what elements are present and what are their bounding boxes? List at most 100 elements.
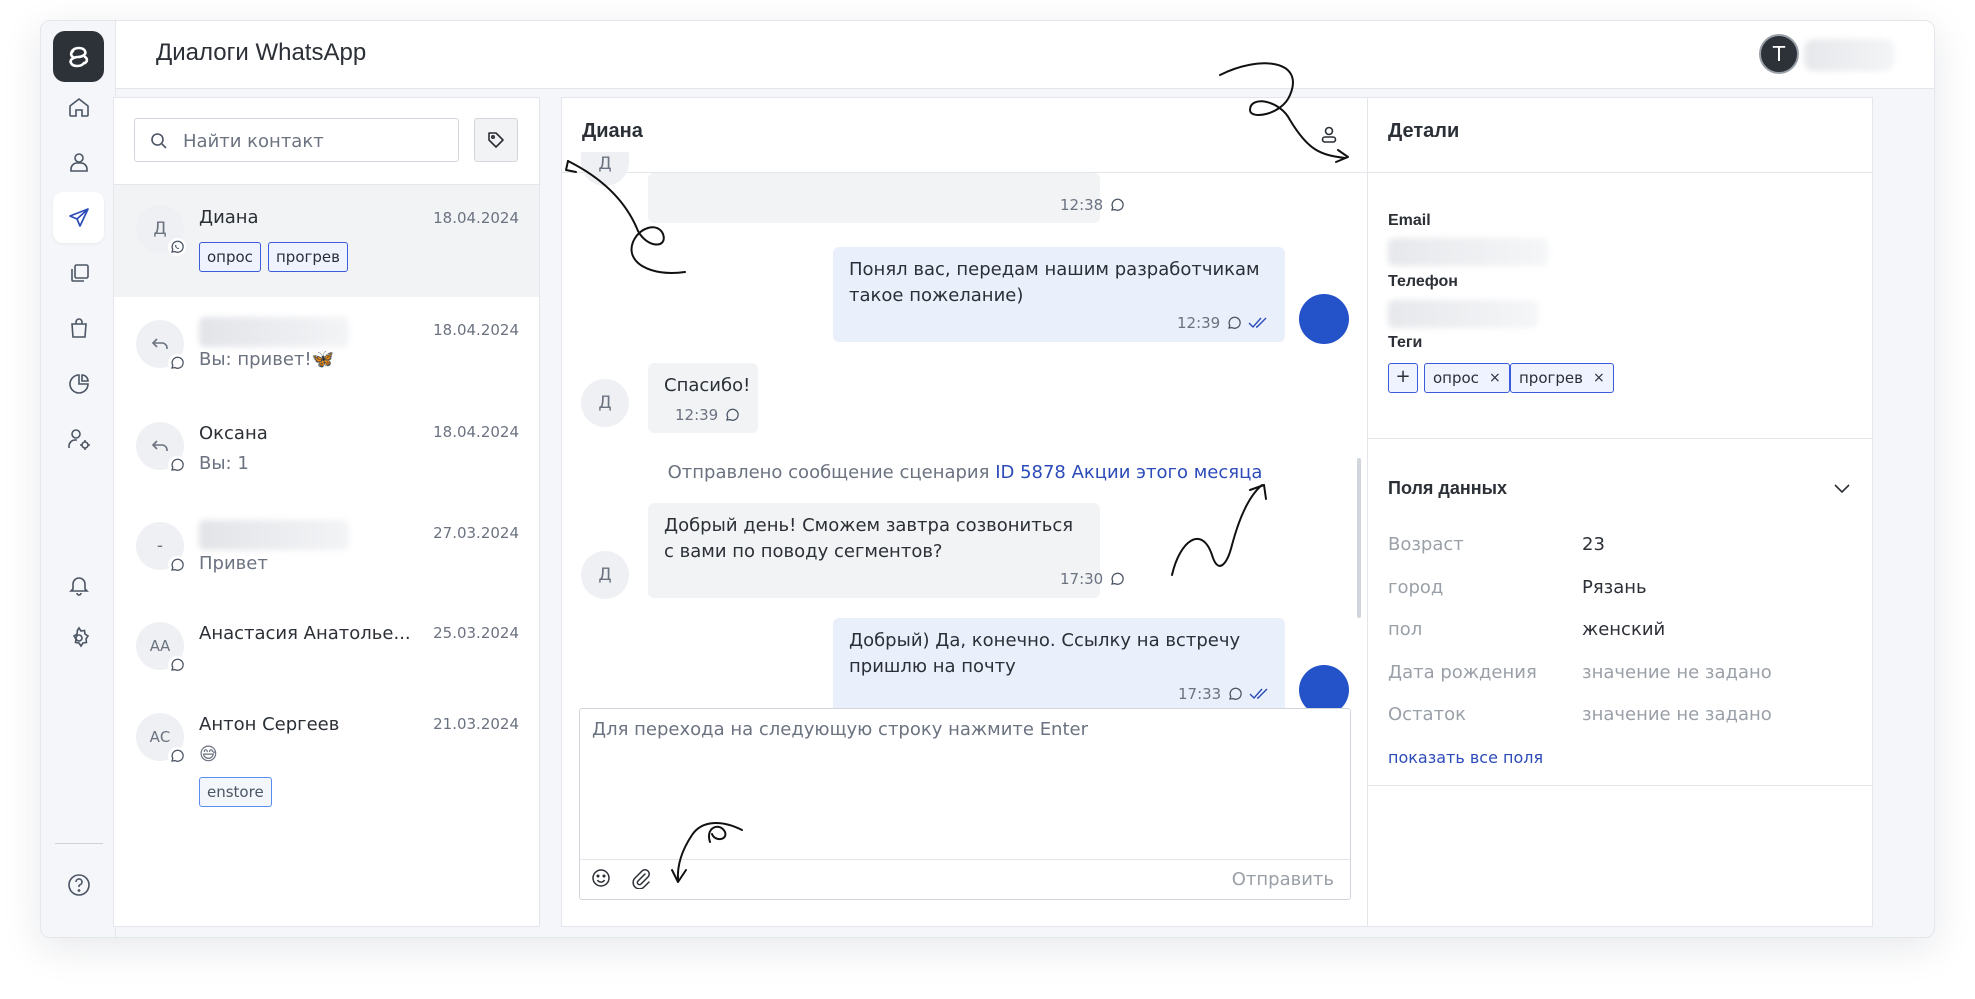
message-meta: 17:30 [1060,570,1125,588]
data-fields-title[interactable]: Поля данных [1388,478,1507,499]
incoming-message [648,173,1100,223]
contact-preview: 😅 [199,744,218,765]
bell-icon[interactable] [53,559,104,610]
field-value: значение не задано [1582,704,1772,725]
show-all-fields-link[interactable]: показать все поля [1388,748,1543,767]
contact-name-redacted [199,520,349,550]
pie-chart-icon[interactable] [53,358,104,409]
help-icon[interactable] [53,859,104,910]
field-key: город [1388,577,1444,598]
tag-filter-button[interactable] [474,118,518,162]
details-panel: Детали Email Телефон Теги + опрос × прогр… [1367,97,1873,927]
scenario-link[interactable]: ID 5878 Акции этого месяца [995,462,1262,483]
contact-search[interactable] [134,118,459,162]
contact-date: 18.04.2024 [433,321,519,339]
contact-tag[interactable]: опрос [199,242,261,272]
whatsapp-icon [726,408,740,421]
field-value: Рязань [1582,577,1647,598]
contacts-panel: Д Диана 18.04.2024 опрос прогрев 18.04.2… [113,97,540,927]
copy-icon[interactable] [53,247,104,298]
contact-tag[interactable]: enstore [199,777,272,807]
chat-scrollbar[interactable] [1357,458,1361,618]
person-icon[interactable] [1319,124,1339,150]
contact-name: Антон Сергеев [199,714,340,735]
send-icon[interactable] [53,192,104,243]
chevron-down-icon[interactable] [1832,478,1852,502]
logo-icon[interactable] [53,31,104,82]
message-composer: Отправить [579,708,1351,900]
contact-item[interactable]: 18.04.2024 Вы: привет!🦋 [114,297,539,397]
message-input[interactable] [592,719,1332,839]
remove-tag-icon[interactable]: × [1593,364,1605,392]
user-settings-icon[interactable] [53,413,104,464]
contact-item[interactable]: АС Антон Сергеев 21.03.2024 😅 enstore [114,687,539,807]
field-key: пол [1388,619,1423,640]
contact-preview: Вы: 1 [199,453,249,474]
message-avatar: Д [581,152,629,186]
detail-tag: прогрев × [1510,363,1614,393]
top-bar: Диалоги WhatsApp Т [116,21,1934,89]
send-button[interactable]: Отправить [1232,869,1334,890]
home-icon[interactable] [53,81,104,132]
contact-name: Анастасия Анатолье... [199,623,411,644]
whatsapp-icon [168,656,186,674]
whatsapp-icon [1229,687,1243,700]
attach-icon[interactable] [630,867,652,893]
whatsapp-icon [168,747,186,765]
contact-date: 27.03.2024 [433,524,519,542]
rail-divider [55,843,103,844]
email-label: Email [1388,212,1431,229]
whatsapp-icon [168,556,186,574]
emoji-icon[interactable] [590,867,612,893]
details-title: Детали [1388,120,1460,142]
message-meta: 12:39 [1177,314,1268,332]
contact-item[interactable]: АА Анастасия Анатолье... 25.03.2024 [114,597,539,687]
search-icon [151,133,167,149]
contact-name: Оксана [199,423,268,444]
incoming-message: Добрый день! Сможем завтра созвониться с… [648,503,1100,598]
contact-date: 18.04.2024 [433,423,519,441]
whatsapp-icon [1228,316,1242,329]
message-avatar: Д [581,379,629,427]
bag-icon[interactable] [53,302,104,353]
field-key: Остаток [1388,704,1466,725]
contact-name: Диана [199,207,259,228]
message-meta: 17:33 [1178,685,1269,703]
field-key: Дата рождения [1388,662,1537,683]
whatsapp-icon [168,238,186,256]
tag-icon [488,132,504,148]
message-meta: 12:39 [675,406,740,424]
whatsapp-icon [168,354,186,372]
remove-tag-icon[interactable]: × [1489,364,1501,392]
contact-item[interactable]: - 27.03.2024 Привет [114,497,539,597]
whatsapp-icon [1111,572,1125,585]
gear-icon[interactable] [53,612,104,663]
contact-item[interactable]: Д Диана 18.04.2024 опрос прогрев [114,185,539,297]
field-key: Возраст [1388,534,1464,555]
whatsapp-icon [1111,198,1125,211]
user-name-redacted[interactable] [1804,39,1894,71]
contact-name-redacted [199,317,349,347]
double-check-icon [1248,317,1267,329]
user-avatar[interactable]: Т [1759,34,1799,74]
details-divider [1368,172,1872,173]
contact-preview: Привет [199,553,268,574]
tags-label: Теги [1388,334,1423,351]
chat-contact-name: Диана [582,120,643,142]
details-divider [1368,785,1872,786]
contact-tag[interactable]: прогрев [268,242,348,272]
contact-date: 18.04.2024 [433,209,519,227]
detail-tag: опрос × [1424,363,1510,393]
add-tag-button[interactable]: + [1388,363,1418,393]
contact-item[interactable]: Оксана 18.04.2024 Вы: 1 [114,397,539,497]
message-avatar: Д [581,551,629,599]
field-value: женский [1582,619,1666,640]
page-title: Диалоги WhatsApp [156,39,367,66]
phone-redacted [1388,300,1538,328]
double-check-icon [1249,688,1268,700]
search-input[interactable] [183,128,448,154]
details-divider [1368,438,1872,439]
left-rail [41,21,116,937]
contact-preview: Вы: привет!🦋 [199,349,335,370]
user-icon[interactable] [53,136,104,187]
